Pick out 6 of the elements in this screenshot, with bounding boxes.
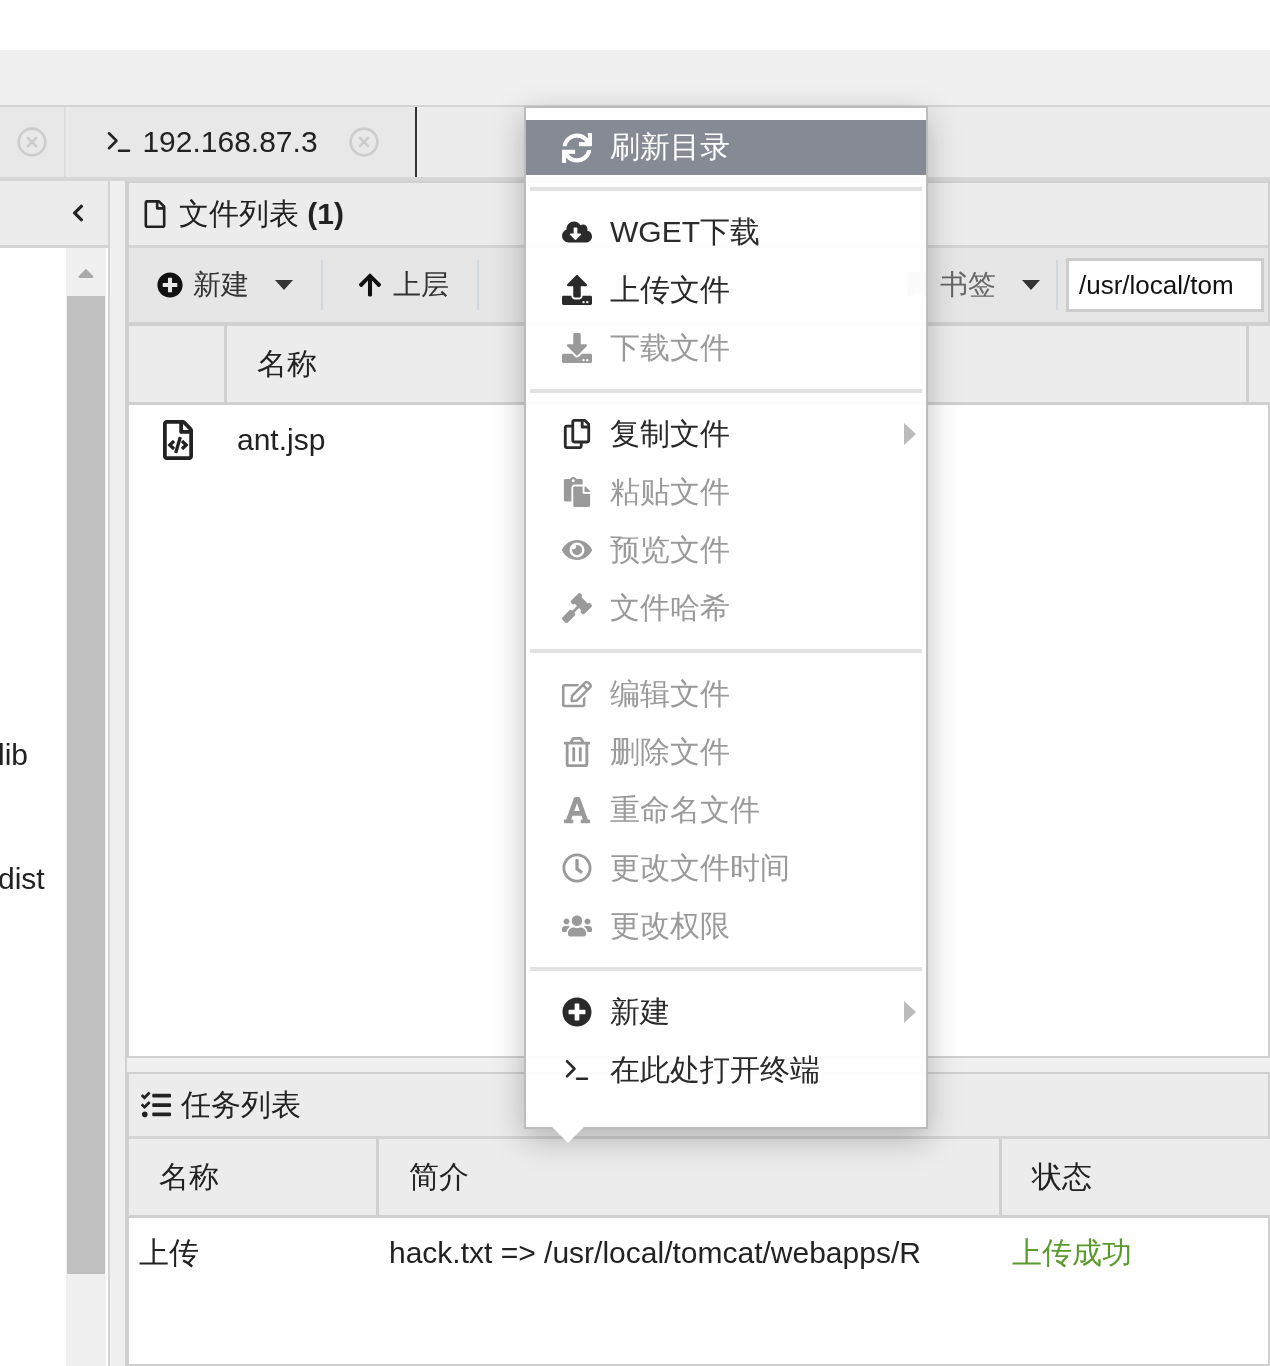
- table-cell-text: hack.txt => /usr/local/tomcat/webapps/R: [388, 1235, 922, 1271]
- status-cell-text: 上传成功: [1011, 1234, 1133, 1271]
- panel-title: 任务列表: [181, 1086, 301, 1123]
- table-cell-text: 上传: [138, 1234, 200, 1271]
- panel-title: 文件列表 (1): [179, 195, 344, 232]
- tab-label: 192.168.87.3: [104, 125, 318, 159]
